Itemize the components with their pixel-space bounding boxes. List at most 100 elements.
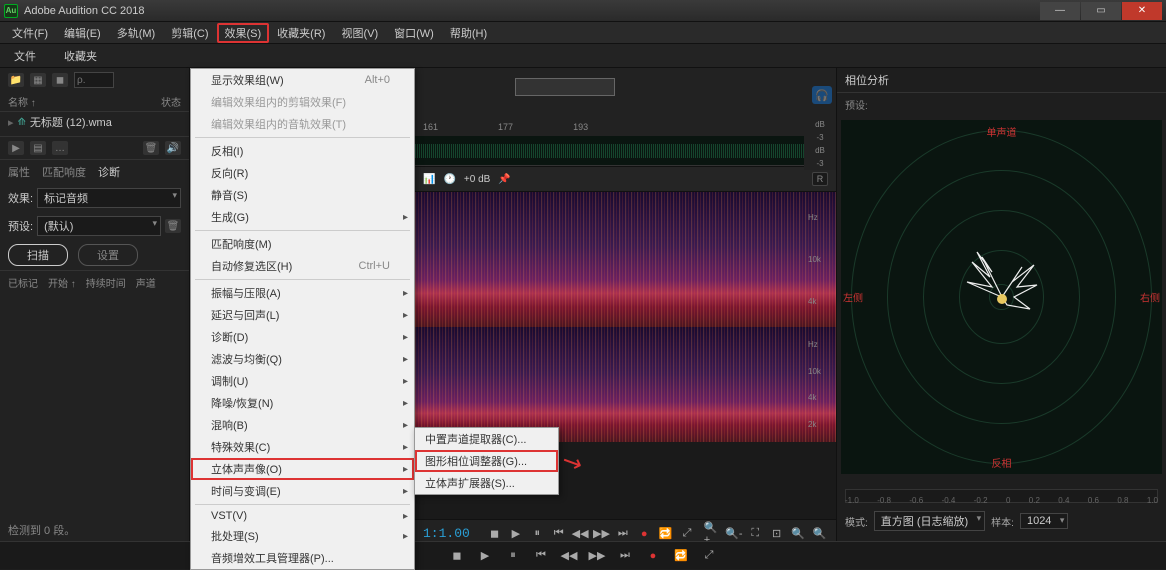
tab-loudness[interactable]: 匹配响度 bbox=[42, 164, 86, 180]
menu-invert[interactable]: 反相(I) bbox=[191, 140, 414, 162]
global-stop[interactable]: ◼ bbox=[446, 547, 468, 565]
menu-vst[interactable]: VST(V) bbox=[191, 507, 414, 525]
menu-clip[interactable]: 剪辑(C) bbox=[163, 23, 216, 43]
play-button[interactable]: ▶ bbox=[507, 525, 524, 543]
hud-icon[interactable]: 📊 bbox=[423, 174, 435, 185]
menu-special[interactable]: 特殊效果(C) bbox=[191, 436, 414, 458]
trash-preset-icon[interactable]: 🗑 bbox=[165, 219, 181, 233]
tab-file[interactable]: 文件 bbox=[8, 46, 42, 66]
global-record[interactable]: ● bbox=[642, 547, 664, 565]
ruler[interactable]: 161 177 193 bbox=[415, 118, 836, 136]
col-duration[interactable]: 持续时间 bbox=[86, 275, 126, 290]
scan-button[interactable]: 扫描 bbox=[8, 244, 68, 266]
menu-effects[interactable]: 效果(S) bbox=[217, 23, 270, 43]
list-icon[interactable]: ▤ bbox=[30, 141, 46, 155]
col-start[interactable]: 开始 ↑ bbox=[48, 275, 76, 290]
menu-help[interactable]: 帮助(H) bbox=[442, 23, 495, 43]
menu-diagnostics[interactable]: 诊断(D) bbox=[191, 326, 414, 348]
submenu-stereo-expander[interactable]: 立体声扩展器(S)... bbox=[415, 472, 558, 494]
play-small-icon[interactable]: ▶ bbox=[8, 141, 24, 155]
menu-amplitude[interactable]: 振幅与压限(A) bbox=[191, 282, 414, 304]
skip-start-button[interactable]: ⏮ bbox=[550, 525, 567, 543]
record-button[interactable]: ● bbox=[636, 525, 653, 543]
menu-reverse[interactable]: 反向(R) bbox=[191, 162, 414, 184]
preset-dropdown[interactable]: (默认) bbox=[37, 216, 161, 236]
menu-file[interactable]: 文件(F) bbox=[4, 23, 56, 43]
gain-value[interactable]: +0 dB bbox=[464, 174, 490, 185]
menu-favorites[interactable]: 收藏夹(R) bbox=[269, 23, 333, 43]
tab-diagnostics[interactable]: 诊断 bbox=[98, 164, 120, 180]
global-forward[interactable]: ▶▶ bbox=[586, 547, 608, 565]
spectrogram-left[interactable]: Hz 10k 4k bbox=[415, 192, 836, 327]
waveform-left[interactable]: L bbox=[415, 136, 836, 166]
menu-generate[interactable]: 生成(G) bbox=[191, 206, 414, 228]
submenu-graphic-phase-shifter[interactable]: 图形相位调整器(G)... bbox=[415, 450, 558, 472]
close-button[interactable]: ✕ bbox=[1122, 2, 1162, 20]
col-channel[interactable]: 声道 bbox=[136, 275, 156, 290]
zoom-out-v-icon[interactable]: 🔍 bbox=[811, 525, 828, 543]
pin-icon[interactable]: 📌 bbox=[498, 174, 510, 185]
open-file-icon[interactable]: 📁 bbox=[8, 73, 24, 87]
effect-dropdown[interactable]: 标记音频 bbox=[37, 188, 181, 208]
stop-button[interactable]: ◼ bbox=[486, 525, 503, 543]
channel-r-button[interactable]: R bbox=[812, 172, 828, 186]
phase-scope[interactable]: 单声道 左侧 右侧 反相 -0.9-0.8-0.7-0.6-0.5-0.4-0.… bbox=[841, 120, 1162, 474]
mode-dropdown[interactable]: 直方图 (日志缩放) bbox=[874, 511, 985, 531]
menu-noise-reduction[interactable]: 降噪/恢复(N) bbox=[191, 392, 414, 414]
submenu-center-extractor[interactable]: 中置声道提取器(C)... bbox=[415, 428, 558, 450]
global-skip-sel[interactable]: ⤢ bbox=[698, 547, 720, 565]
file-item[interactable]: ▸ ⟰ 无标题 (12).wma bbox=[0, 112, 189, 132]
menu-batch[interactable]: 批处理(S) bbox=[191, 525, 414, 547]
trash-icon[interactable]: 🗑 bbox=[143, 141, 159, 155]
speaker-icon[interactable]: 🔊 bbox=[165, 141, 181, 155]
maximize-button[interactable]: ▭ bbox=[1081, 2, 1121, 20]
menu-plugin-manager[interactable]: 音频增效工具管理器(P)... bbox=[191, 547, 414, 569]
menu-auto-heal[interactable]: 自动修复选区(H)Ctrl+U bbox=[191, 255, 414, 277]
new-file-icon[interactable]: ▦ bbox=[30, 73, 46, 87]
timecode[interactable]: 1:1.00 bbox=[423, 526, 470, 541]
pause-button[interactable]: ⏸ bbox=[529, 525, 546, 543]
menu-time-pitch[interactable]: 时间与变调(E) bbox=[191, 480, 414, 502]
global-pause[interactable]: ⏸ bbox=[502, 547, 524, 565]
col-name[interactable]: 名称 ↑ bbox=[8, 94, 161, 109]
global-play[interactable]: ▶ bbox=[474, 547, 496, 565]
headphone-icon[interactable]: 🎧 bbox=[812, 86, 832, 104]
loop-button[interactable]: 🔁 bbox=[657, 525, 674, 543]
global-loop[interactable]: 🔁 bbox=[670, 547, 692, 565]
search-input[interactable] bbox=[74, 72, 114, 88]
clock-icon[interactable]: 🕐 bbox=[443, 174, 455, 185]
zoom-full-icon[interactable]: ⛶ bbox=[747, 525, 764, 543]
forward-button[interactable]: ▶▶ bbox=[593, 525, 610, 543]
col-marked[interactable]: 已标记 bbox=[8, 275, 38, 290]
menu-silence[interactable]: 静音(S) bbox=[191, 184, 414, 206]
tab-favorites[interactable]: 收藏夹 bbox=[58, 46, 103, 66]
selection-handle[interactable] bbox=[515, 78, 615, 96]
menu-window[interactable]: 窗口(W) bbox=[386, 23, 442, 43]
zoom-out-icon[interactable]: 🔍- bbox=[725, 525, 742, 543]
tab-properties[interactable]: 属性 bbox=[8, 164, 30, 180]
global-skip-end[interactable]: ⏭ bbox=[614, 547, 636, 565]
zoom-in-v-icon[interactable]: 🔍 bbox=[789, 525, 806, 543]
menu-modulation[interactable]: 调制(U) bbox=[191, 370, 414, 392]
overview-timeline[interactable]: 🎧 bbox=[415, 68, 836, 118]
zoom-in-icon[interactable]: 🔍+ bbox=[704, 525, 721, 543]
menu-match-loudness[interactable]: 匹配响度(M) bbox=[191, 233, 414, 255]
rewind-button[interactable]: ◀◀ bbox=[571, 525, 588, 543]
global-skip-start[interactable]: ⏮ bbox=[530, 547, 552, 565]
menu-edit[interactable]: 编辑(E) bbox=[56, 23, 109, 43]
skip-end-button[interactable]: ⏭ bbox=[614, 525, 631, 543]
menu-delay-echo[interactable]: 延迟与回声(L) bbox=[191, 304, 414, 326]
settings-button[interactable]: 设置 bbox=[78, 244, 138, 266]
menu-filter-eq[interactable]: 滤波与均衡(Q) bbox=[191, 348, 414, 370]
skip-sel-button[interactable]: ⤢ bbox=[678, 525, 695, 543]
minimize-button[interactable]: — bbox=[1040, 2, 1080, 20]
menu-show-effect-rack[interactable]: 显示效果组(W)Alt+0 bbox=[191, 69, 414, 91]
spectrogram-right[interactable]: Hz 10k 4k 2k bbox=[415, 327, 836, 442]
menu-view[interactable]: 视图(V) bbox=[333, 23, 386, 43]
global-rewind[interactable]: ◀◀ bbox=[558, 547, 580, 565]
record-icon[interactable]: ◼ bbox=[52, 73, 68, 87]
zoom-sel-icon[interactable]: ⊡ bbox=[768, 525, 785, 543]
menu-reverb[interactable]: 混响(B) bbox=[191, 414, 414, 436]
col-status[interactable]: 状态 bbox=[161, 94, 181, 109]
sample-dropdown[interactable]: 1024 bbox=[1020, 513, 1068, 529]
